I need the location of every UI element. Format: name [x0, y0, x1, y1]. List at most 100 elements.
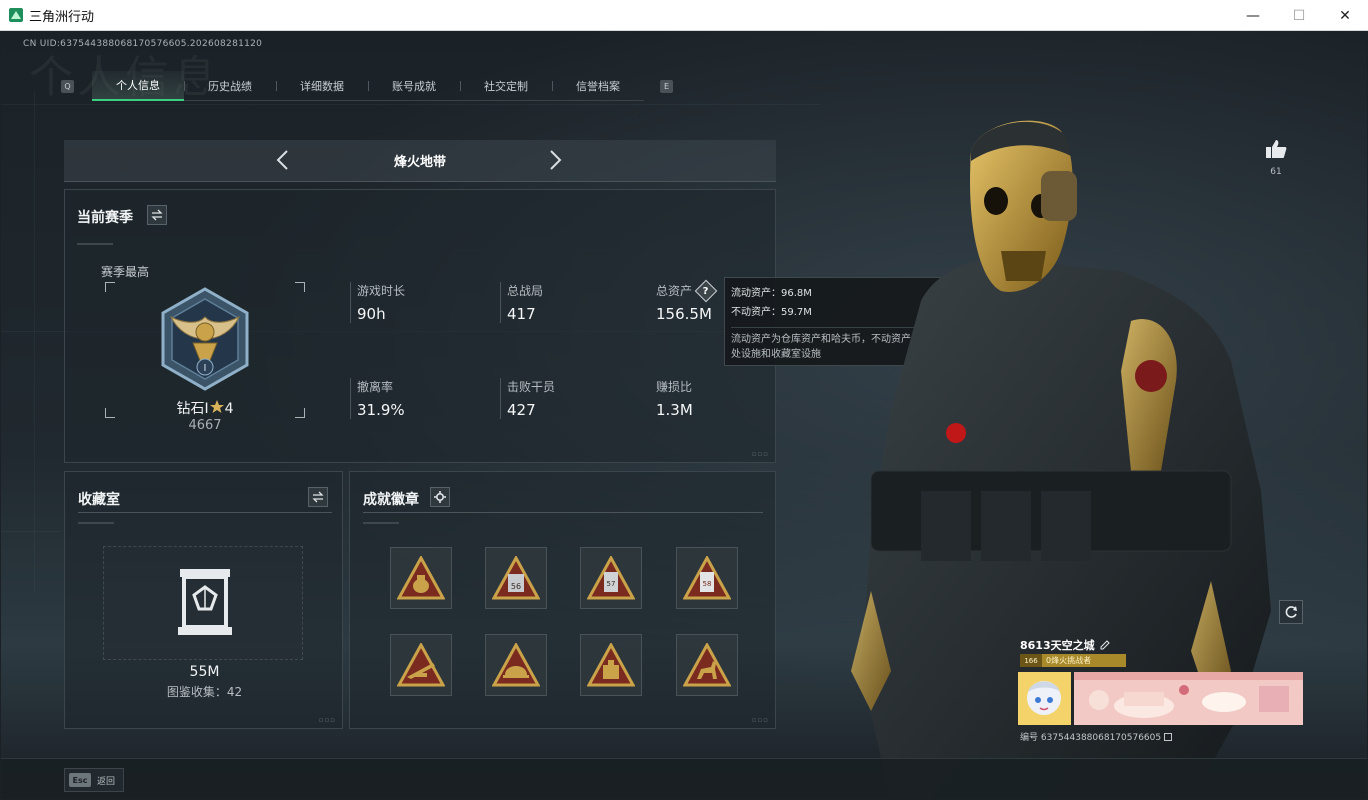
achievement-badge[interactable] [580, 634, 642, 696]
stat-kills: 击败干员 427 [500, 378, 555, 419]
tab-social[interactable]: 社交定制 [460, 71, 552, 101]
swap-icon [312, 491, 324, 503]
achievement-settings-button[interactable] [430, 487, 450, 507]
tab-personal-info[interactable]: 个人信息 [92, 71, 184, 101]
stat-label: 撤离率 [357, 380, 394, 394]
player-title-tag: 166 0烽火挑战者 [1020, 654, 1126, 667]
tab-history[interactable]: 历史战绩 [184, 71, 276, 101]
stat-label: 总资产? [656, 279, 718, 302]
helmet-badge-icon [492, 643, 540, 687]
money-bag-badge-icon [397, 556, 445, 600]
display-case-icon [178, 569, 232, 635]
achievement-title: 成就徽章 [363, 492, 419, 508]
tab-bar: Q 个人信息 历史战绩 详细数据 账号成就 社交定制 信誉档案 E [61, 71, 673, 101]
collection-value: 55M [189, 664, 220, 680]
stat-playtime: 游戏时长 90h [350, 282, 405, 323]
vest-56-badge-icon: 56 [492, 556, 540, 600]
chevron-left-icon[interactable] [272, 149, 294, 171]
like-button[interactable]: 61 [1261, 139, 1291, 177]
player-uid: CN UID:637544388068170576605.20260828112… [23, 39, 263, 49]
achievement-badge[interactable] [676, 634, 738, 696]
stat-value: 1.3M [656, 401, 693, 419]
svg-text:I: I [204, 363, 207, 374]
like-count: 61 [1270, 167, 1282, 177]
title-text: 0烽火挑战者 [1046, 656, 1092, 665]
stat-value: 90h [357, 305, 386, 323]
close-button[interactable]: ✕ [1322, 0, 1368, 31]
divider [78, 522, 114, 524]
minimize-button[interactable]: — [1230, 0, 1276, 31]
mode-selector: 烽火地带 [64, 140, 776, 182]
collection-room-preview[interactable] [103, 546, 303, 660]
season-best-label: 赛季最高 [101, 265, 150, 279]
switch-collection-button[interactable] [308, 487, 328, 507]
back-button[interactable]: Esc 返回 [64, 768, 124, 792]
stat-extraction-rate: 撤离率 31.9% [350, 378, 405, 419]
player-card[interactable]: 8613天空之城 166 0烽火挑战者 编号 63754438806817057… [1016, 634, 1303, 746]
panel-corner-mark: ▫▫▫ [318, 716, 336, 724]
stat-value: 427 [507, 401, 536, 419]
gear-icon [434, 491, 446, 503]
achievement-badge[interactable] [485, 634, 547, 696]
season-panel: 当前赛季 赛季最高 I 钻石Ⅰ 4 4667 游戏时长 90h 总战局 417 … [64, 189, 776, 463]
copy-icon[interactable] [1164, 732, 1173, 741]
change-pose-button[interactable] [1279, 600, 1303, 624]
title-level: 166 [1020, 654, 1042, 667]
stat-label: 赚损比 [656, 380, 693, 394]
stat-profit-ratio: 赚损比 1.3M [650, 378, 693, 419]
help-icon[interactable]: ? [694, 279, 718, 302]
thumbs-up-icon [1266, 140, 1287, 158]
prev-tab-key[interactable]: Q [61, 79, 74, 93]
esc-key: Esc [69, 773, 91, 787]
collection-title: 收藏室 [78, 492, 120, 508]
achievement-badge[interactable] [390, 547, 452, 609]
game-viewport: 个人信息 CN UID:637544388068170576605.202608… [1, 31, 1367, 799]
weight-badge-icon [587, 643, 635, 687]
stat-label-text: 总资产 [656, 284, 693, 298]
switch-season-button[interactable] [147, 205, 167, 225]
rifle-badge-icon [397, 643, 445, 687]
back-label: 返回 [97, 776, 116, 787]
maximize-button[interactable]: ☐ [1276, 0, 1322, 31]
stat-label: 游戏时长 [357, 284, 406, 298]
rank-tier: 钻石Ⅰ [176, 401, 209, 417]
divider [77, 243, 113, 245]
rank-name: 钻石Ⅰ 4 [105, 398, 305, 418]
stat-value: 417 [507, 305, 536, 323]
achievement-badge[interactable]: 58 [676, 547, 738, 609]
mode-title: 烽火地带 [393, 155, 446, 170]
player-id-text: 编号 637544388068170576605 [1020, 733, 1162, 743]
achievement-badge[interactable] [390, 634, 452, 696]
rank-score: 4667 [188, 418, 222, 433]
avatar [1018, 672, 1071, 725]
divider [363, 522, 399, 524]
refresh-icon [1285, 606, 1297, 618]
card-58-badge-icon: 58 [683, 556, 731, 600]
tab-credit[interactable]: 信誉档案 [552, 71, 644, 101]
deer-badge-icon [683, 643, 731, 687]
window-title: 三角洲行动 [29, 9, 95, 25]
tab-achievements[interactable]: 账号成就 [368, 71, 460, 101]
tab-detailed-data[interactable]: 详细数据 [276, 71, 368, 101]
rank-stars: 4 [224, 401, 234, 417]
stat-value: 31.9% [357, 401, 405, 419]
app-logo-icon [9, 8, 23, 22]
star-icon [209, 400, 224, 413]
achievement-panel: 成就徽章 56 57 58 ▫▫▫ [349, 471, 776, 729]
achievement-badge[interactable]: 56 [485, 547, 547, 609]
chevron-right-icon[interactable] [544, 149, 566, 171]
player-id: 编号 637544388068170576605 [1020, 730, 1173, 743]
edit-icon[interactable] [1100, 640, 1110, 650]
badge-number: 56 [511, 582, 521, 591]
panel-corner-mark: ▫▫▫ [751, 716, 769, 724]
season-title: 当前赛季 [77, 210, 133, 226]
next-tab-key[interactable]: E [660, 79, 673, 93]
achievement-badge[interactable]: 57 [580, 547, 642, 609]
stat-label: 总战局 [507, 284, 544, 298]
player-name: 8613天空之城 [1020, 637, 1110, 653]
diamond-rank-emblem-icon: I [161, 287, 249, 391]
player-name-text: 8613天空之城 [1020, 639, 1095, 652]
collection-count: 图鉴收集：42 [166, 685, 243, 699]
rank-frame: I 钻石Ⅰ 4 4667 [105, 282, 305, 433]
panel-corner-mark: ▫▫▫ [751, 450, 769, 458]
